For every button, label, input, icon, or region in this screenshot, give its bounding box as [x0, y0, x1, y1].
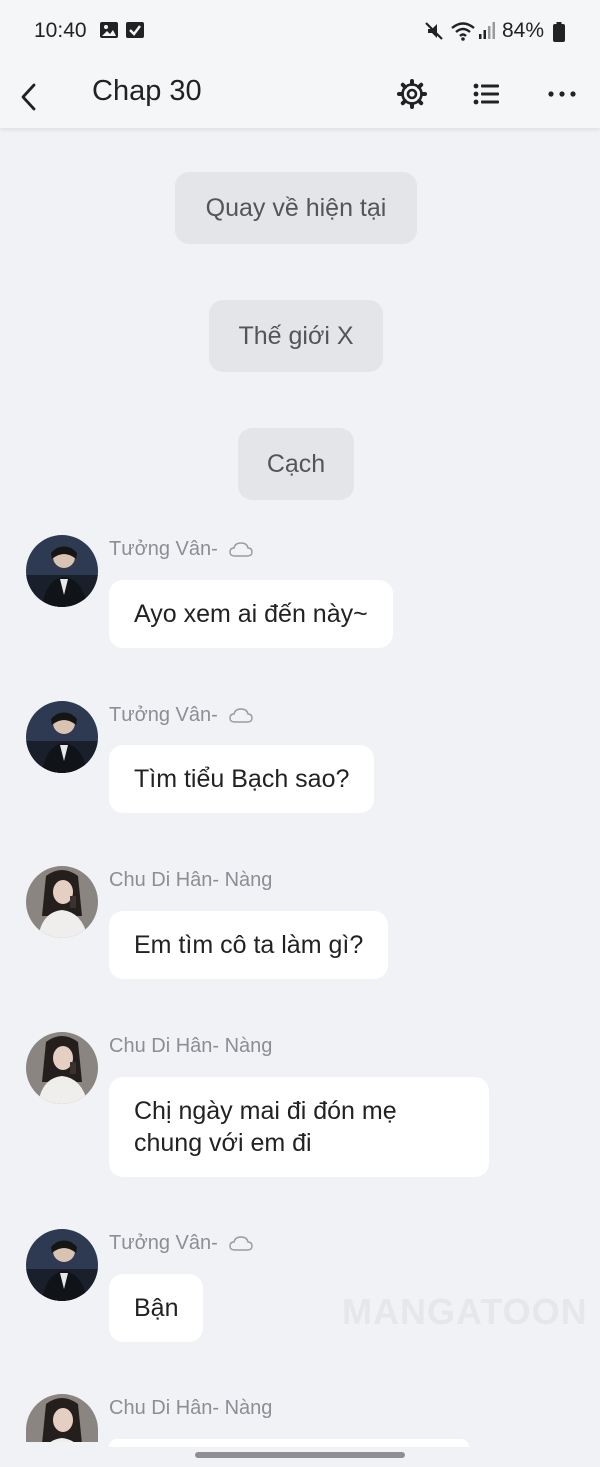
- message-bubble: Chị ngày mai đi đón mẹ chung với em đi: [109, 1077, 489, 1177]
- message-bubble: Ayo xem ai đến này~: [109, 580, 393, 648]
- message-bubble: Em tìm cô ta làm gì?: [109, 911, 389, 979]
- battery-icon: [553, 22, 565, 42]
- avatar[interactable]: [26, 1032, 98, 1104]
- avatar[interactable]: [26, 1229, 98, 1301]
- message-line: Chị ngày mai đi đón mẹ: [134, 1097, 397, 1125]
- list-icon: [473, 83, 499, 105]
- wifi-icon: [451, 22, 475, 41]
- sender-name: Chu Di Hân- Nàng: [109, 869, 273, 891]
- page-title: Chap 30: [92, 75, 202, 107]
- gear-icon: [397, 79, 427, 109]
- status-bar: 10:40 84%: [0, 0, 600, 62]
- message-line: chung với em đi: [134, 1129, 312, 1157]
- narration-bubble: Quay về hiện tại: [175, 172, 417, 244]
- sender-name: Tưởng Vân-: [109, 538, 254, 561]
- settings-button[interactable]: [389, 71, 435, 117]
- avatar[interactable]: [26, 866, 98, 938]
- avatar-image-male: [26, 701, 98, 773]
- cloud-icon: [229, 1236, 254, 1251]
- sender-name: Chu Di Hân- Nàng: [109, 1397, 273, 1419]
- battery-level: 84%: [502, 19, 545, 42]
- avatar[interactable]: [26, 535, 98, 607]
- signal-icon: [479, 22, 495, 39]
- avatar-image-female: [26, 866, 98, 938]
- watermark-logo: MANGATOON: [342, 1291, 588, 1332]
- back-arrow-icon: [21, 83, 36, 111]
- narration-bubble: Cạch: [238, 428, 354, 500]
- back-button[interactable]: [12, 72, 48, 118]
- narration-bubble: Thế giới X: [209, 300, 383, 372]
- avatar[interactable]: [26, 1394, 98, 1442]
- checkbox-icon: [126, 22, 144, 38]
- avatar-image-female: [26, 1032, 98, 1104]
- mute-icon: [425, 22, 443, 40]
- more-options-button[interactable]: [539, 71, 585, 117]
- message-bubble: [109, 1439, 469, 1447]
- message-bubble: Tìm tiểu Bạch sao?: [109, 745, 375, 813]
- home-indicator[interactable]: [195, 1452, 405, 1458]
- avatar-image-female: [26, 1394, 98, 1442]
- cloud-icon: [229, 542, 254, 557]
- avatar-image-male: [26, 1229, 98, 1301]
- more-icon: [548, 91, 576, 97]
- chat-content[interactable]: Quay về hiện tại Thế giới X Cạch Tưởng V…: [0, 128, 600, 1467]
- message-bubble: Bận: [109, 1274, 204, 1342]
- avatar[interactable]: [26, 701, 98, 773]
- image-icon: [100, 22, 118, 38]
- cloud-icon: [229, 708, 254, 723]
- sender-name: Tưởng Vân-: [109, 704, 254, 727]
- status-time: 10:40: [34, 19, 87, 42]
- chapter-list-button[interactable]: [464, 71, 510, 117]
- top-bar: Chap 30: [0, 62, 600, 128]
- sender-name: Chu Di Hân- Nàng: [109, 1035, 273, 1057]
- sender-name: Tưởng Vân-: [109, 1232, 254, 1255]
- avatar-image-male: [26, 535, 98, 607]
